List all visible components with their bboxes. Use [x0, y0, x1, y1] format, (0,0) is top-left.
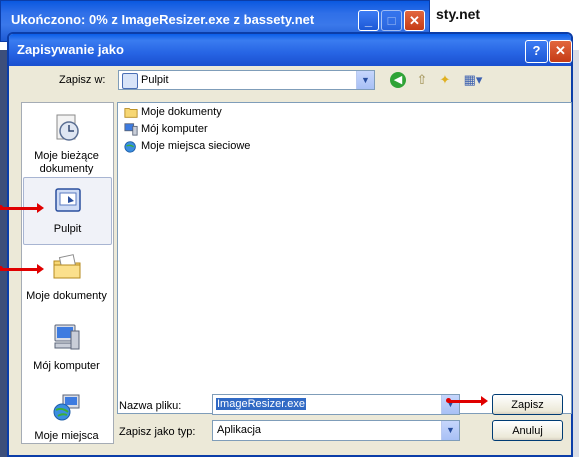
my-documents-icon — [53, 254, 80, 279]
chevron-down-icon[interactable]: ▼ — [356, 71, 374, 89]
place-network[interactable]: Moje miejsca — [23, 391, 110, 443]
annotation-arrow — [446, 396, 488, 406]
annotation-arrow — [0, 264, 44, 274]
back-icon[interactable]: ◀ — [390, 72, 406, 88]
desktop-small-icon — [122, 73, 138, 89]
new-folder-icon[interactable]: ✦ — [436, 71, 454, 89]
close-button[interactable]: ✕ — [549, 40, 572, 63]
file-list[interactable]: Moje dokumenty Mój komputer Moje miejsca… — [117, 102, 572, 414]
background-site-text: sty.net — [436, 6, 481, 22]
download-window-title: Ukończono: 0% z ImageResizer.exe z basse… — [11, 12, 315, 27]
place-recent[interactable]: Moje bieżące dokumenty — [23, 111, 110, 176]
place-my-documents[interactable]: Moje dokumenty — [23, 251, 110, 303]
places-bar: Moje bieżące dokumenty Pulpit Moje dokum… — [21, 102, 114, 444]
help-button[interactable]: ? — [525, 40, 548, 63]
desktop-icon — [54, 188, 81, 212]
file-name-value: ImageResizer.exe — [216, 398, 307, 410]
place-my-computer-label: Mój komputer — [33, 360, 100, 372]
dialog-title: Zapisywanie jako — [17, 42, 124, 57]
minimize-button[interactable]: _ — [358, 10, 379, 31]
location-value: Pulpit — [141, 74, 169, 86]
list-item[interactable]: Mój komputer — [124, 122, 208, 138]
place-my-computer[interactable]: Mój komputer — [23, 321, 110, 373]
annotation-arrow — [0, 203, 44, 213]
location-combo[interactable]: Pulpit ▼ — [118, 70, 375, 90]
cancel-button[interactable]: Anuluj — [492, 420, 563, 441]
save-type-select[interactable]: Aplikacja ▼ — [212, 420, 460, 441]
my-computer-icon — [54, 324, 79, 350]
place-recent-label: Moje bieżące dokumenty — [34, 150, 99, 175]
maximize-button: □ — [381, 10, 402, 31]
network-icon — [124, 141, 136, 153]
list-item[interactable]: Moje miejsca sieciowe — [124, 139, 250, 155]
view-menu-icon[interactable]: ▦▾ — [460, 71, 486, 89]
folder-icon — [124, 108, 138, 118]
file-name-input[interactable]: ImageResizer.exe ▼ — [212, 394, 460, 415]
list-item[interactable]: Moje dokumenty — [124, 105, 222, 121]
chevron-down-icon[interactable]: ▼ — [441, 421, 459, 440]
network-places-icon — [53, 394, 79, 421]
dialog-titlebar: Zapisywanie jako ? ✕ — [9, 34, 572, 66]
save-in-label: Zapisz w: — [59, 74, 106, 86]
save-as-dialog: Zapisywanie jako ? ✕ Zapisz w: Pulpit ▼ … — [7, 32, 573, 457]
place-network-label: Moje miejsca — [34, 430, 99, 442]
save-type-value: Aplikacja — [217, 424, 262, 436]
list-item-label: Moje dokumenty — [141, 106, 222, 118]
up-folder-icon[interactable]: ⇧ — [413, 71, 431, 89]
computer-icon — [124, 123, 138, 136]
place-desktop-label: Pulpit — [53, 223, 82, 235]
file-name-label: Nazwa pliku: — [119, 400, 182, 412]
save-type-label: Zapisz jako typ: — [119, 426, 196, 438]
download-close-button[interactable]: ✕ — [404, 10, 425, 31]
place-my-documents-label: Moje dokumenty — [26, 290, 107, 302]
list-item-label: Moje miejsca sieciowe — [141, 140, 251, 152]
recent-documents-icon — [56, 114, 79, 141]
list-item-label: Mój komputer — [141, 123, 208, 135]
save-button[interactable]: Zapisz — [492, 394, 563, 415]
